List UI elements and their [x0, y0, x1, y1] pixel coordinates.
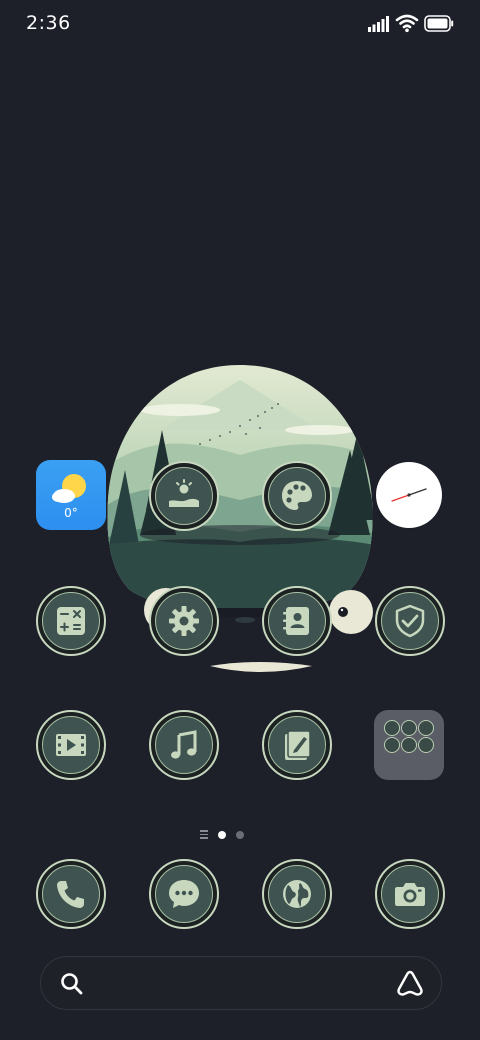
battery-icon	[424, 15, 454, 32]
chat-icon	[169, 880, 199, 908]
image-icon	[169, 479, 199, 507]
camera-icon	[395, 883, 425, 906]
page-dot[interactable]	[236, 831, 244, 839]
phone-icon	[57, 881, 84, 908]
app-security[interactable]	[375, 586, 445, 656]
app-themes[interactable]	[262, 461, 332, 531]
search-bar[interactable]	[40, 956, 442, 1010]
weather-widget[interactable]: 0°	[36, 460, 106, 530]
folder-mini-app	[418, 720, 434, 736]
app-settings[interactable]	[149, 586, 219, 656]
app-camera[interactable]	[375, 859, 445, 929]
shield-check-icon	[395, 604, 425, 638]
page-dot-active[interactable]	[218, 831, 226, 839]
page-list-icon	[200, 830, 208, 840]
app-phone[interactable]	[36, 859, 106, 929]
app-contacts[interactable]	[262, 586, 332, 656]
app-browser[interactable]	[262, 859, 332, 929]
status-time: 2:36	[26, 12, 71, 34]
assistant-icon[interactable]	[395, 969, 425, 997]
music-icon	[171, 730, 197, 759]
palette-icon	[282, 481, 312, 510]
weather-temperature: 0°	[64, 506, 78, 520]
app-notes[interactable]	[262, 710, 332, 780]
app-video[interactable]	[36, 710, 106, 780]
search-icon[interactable]	[59, 971, 85, 997]
totoro-wallpaper	[107, 365, 373, 672]
wifi-icon	[395, 14, 419, 33]
calculator-icon	[57, 607, 85, 635]
contacts-icon	[283, 607, 309, 635]
app-calculator[interactable]	[36, 586, 106, 656]
folder-mini-app	[384, 720, 400, 736]
app-gallery[interactable]	[149, 461, 219, 531]
gear-icon	[169, 606, 199, 636]
video-icon	[56, 734, 86, 756]
app-music[interactable]	[149, 710, 219, 780]
folder-mini-app	[401, 737, 417, 753]
notes-icon	[285, 730, 311, 760]
folder-mini-app	[384, 737, 400, 753]
folder-mini-app	[401, 720, 417, 736]
globe-icon	[283, 880, 311, 908]
clock-face-icon	[391, 488, 427, 502]
partly-cloudy-icon	[52, 474, 86, 503]
clock-widget[interactable]	[376, 462, 442, 528]
folder-mini-app	[418, 737, 434, 753]
app-folder[interactable]	[374, 710, 444, 780]
page-indicator[interactable]	[200, 829, 260, 843]
signal-icon	[368, 16, 389, 32]
app-messages[interactable]	[149, 859, 219, 929]
